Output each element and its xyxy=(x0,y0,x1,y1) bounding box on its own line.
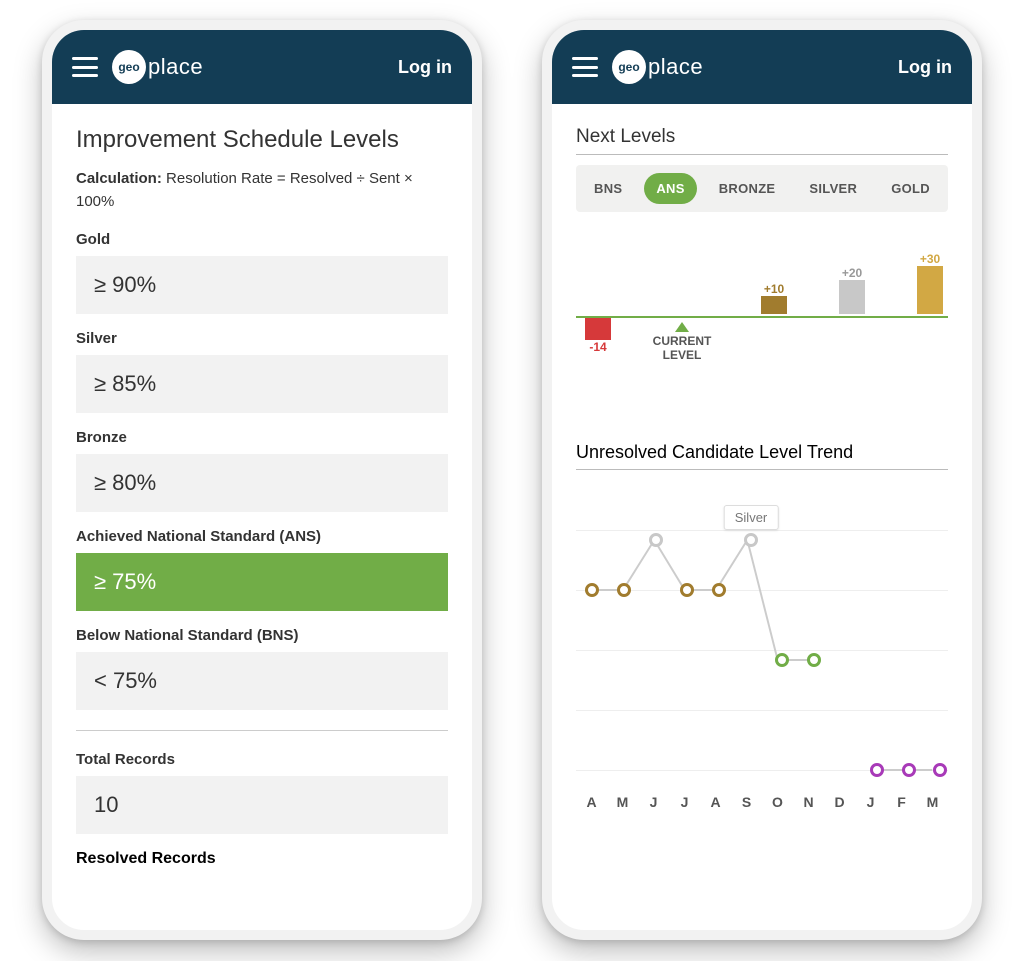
trend-line-chart: Silver A M J J A S O N D J xyxy=(576,480,948,810)
bar-rect xyxy=(839,280,865,314)
level-label: Silver xyxy=(76,330,448,347)
bar-rect xyxy=(585,318,611,340)
month-tick: M xyxy=(607,794,638,810)
month-tick: M xyxy=(917,794,948,810)
bar-value-label: +10 xyxy=(754,282,794,296)
logo[interactable]: geo place xyxy=(612,50,884,84)
left-content: Improvement Schedule Levels Calculation:… xyxy=(52,104,472,930)
trend-point[interactable] xyxy=(617,583,631,597)
page-title: Improvement Schedule Levels xyxy=(76,126,448,154)
month-tick: J xyxy=(855,794,886,810)
phone-right: geo place Log in Next Levels BNS ANS BRO… xyxy=(542,20,982,940)
level-label: Bronze xyxy=(76,429,448,446)
trend-point[interactable] xyxy=(775,653,789,667)
level-group-silver: Silver ≥ 85% xyxy=(76,330,448,413)
trend-point[interactable] xyxy=(807,653,821,667)
month-tick: A xyxy=(576,794,607,810)
gridline xyxy=(576,770,948,771)
gridline xyxy=(576,710,948,711)
tab-bns[interactable]: BNS xyxy=(582,173,634,204)
calc-label: Calculation: xyxy=(76,170,162,187)
bar-silver: +20 xyxy=(832,252,872,314)
logo-text: place xyxy=(148,54,203,80)
calculation-text: Calculation: Resolution Rate = Resolved … xyxy=(76,168,448,213)
month-tick: J xyxy=(638,794,669,810)
level-label: Achieved National Standard (ANS) xyxy=(76,528,448,545)
current-marker-icon xyxy=(675,322,689,332)
level-group-bns: Below National Standard (BNS) < 75% xyxy=(76,627,448,710)
month-tick: J xyxy=(669,794,700,810)
gridline xyxy=(576,590,948,591)
level-threshold: ≥ 85% xyxy=(76,355,448,413)
menu-icon[interactable] xyxy=(572,57,598,77)
bar-bns: -14 xyxy=(578,252,618,354)
level-label: Gold xyxy=(76,231,448,248)
logo[interactable]: geo place xyxy=(112,50,384,84)
level-group-ans: Achieved National Standard (ANS) ≥ 75% xyxy=(76,528,448,611)
level-threshold: < 75% xyxy=(76,652,448,710)
bar-rect xyxy=(917,266,943,314)
gridline xyxy=(576,530,948,531)
bar-value-label: -14 xyxy=(578,340,618,354)
trend-point[interactable] xyxy=(712,583,726,597)
level-tabs: BNS ANS BRONZE SILVER GOLD xyxy=(576,165,948,212)
month-axis: A M J J A S O N D J F M xyxy=(576,794,948,810)
month-tick: O xyxy=(762,794,793,810)
total-records-group: Total Records 10 xyxy=(76,751,448,834)
phone-left: geo place Log in Improvement Schedule Le… xyxy=(42,20,482,940)
logo-mark: geo xyxy=(112,50,146,84)
total-records-value: 10 xyxy=(76,776,448,834)
total-records-label: Total Records xyxy=(76,751,448,768)
chart-baseline xyxy=(576,316,948,318)
trend-point-silver[interactable] xyxy=(744,533,758,547)
bar-bronze: +10 xyxy=(754,252,794,314)
topbar: geo place Log in xyxy=(552,30,972,104)
level-group-bronze: Bronze ≥ 80% xyxy=(76,429,448,512)
bar-value-label: +30 xyxy=(910,252,950,266)
logo-mark: geo xyxy=(612,50,646,84)
bar-gold: +30 xyxy=(910,252,950,314)
divider xyxy=(576,469,948,470)
month-tick: D xyxy=(824,794,855,810)
month-tick: S xyxy=(731,794,762,810)
level-label: Below National Standard (BNS) xyxy=(76,627,448,644)
month-tick: F xyxy=(886,794,917,810)
trend-point[interactable] xyxy=(933,763,947,777)
next-levels-bar-chart: -14 CURRENT LEVEL +10 +20 +30 xyxy=(576,252,948,382)
level-threshold-active: ≥ 75% xyxy=(76,553,448,611)
tab-gold[interactable]: GOLD xyxy=(879,173,942,204)
level-threshold: ≥ 80% xyxy=(76,454,448,512)
resolved-records-label: Resolved Records xyxy=(76,850,448,868)
level-threshold: ≥ 90% xyxy=(76,256,448,314)
logo-text: place xyxy=(648,54,703,80)
bar-ans-current: CURRENT LEVEL xyxy=(652,252,712,363)
level-group-gold: Gold ≥ 90% xyxy=(76,231,448,314)
month-tick: N xyxy=(793,794,824,810)
trend-point[interactable] xyxy=(649,533,663,547)
bar-value-label: +20 xyxy=(832,266,872,280)
topbar: geo place Log in xyxy=(52,30,472,104)
current-level-text: CURRENT LEVEL xyxy=(652,334,712,363)
bar-rect xyxy=(761,296,787,314)
tab-bronze[interactable]: BRONZE xyxy=(707,173,788,204)
trend-point[interactable] xyxy=(680,583,694,597)
tab-silver[interactable]: SILVER xyxy=(797,173,869,204)
trend-tooltip: Silver xyxy=(724,505,779,530)
login-link[interactable]: Log in xyxy=(898,57,952,78)
divider xyxy=(76,730,448,731)
right-content: Next Levels BNS ANS BRONZE SILVER GOLD -… xyxy=(552,104,972,930)
tab-ans[interactable]: ANS xyxy=(644,173,696,204)
trend-point[interactable] xyxy=(585,583,599,597)
trend-point[interactable] xyxy=(870,763,884,777)
trend-title: Unresolved Candidate Level Trend xyxy=(576,442,948,463)
login-link[interactable]: Log in xyxy=(398,57,452,78)
month-tick: A xyxy=(700,794,731,810)
divider xyxy=(576,154,948,155)
gridline xyxy=(576,650,948,651)
trend-point[interactable] xyxy=(902,763,916,777)
menu-icon[interactable] xyxy=(72,57,98,77)
next-levels-title: Next Levels xyxy=(576,126,948,148)
